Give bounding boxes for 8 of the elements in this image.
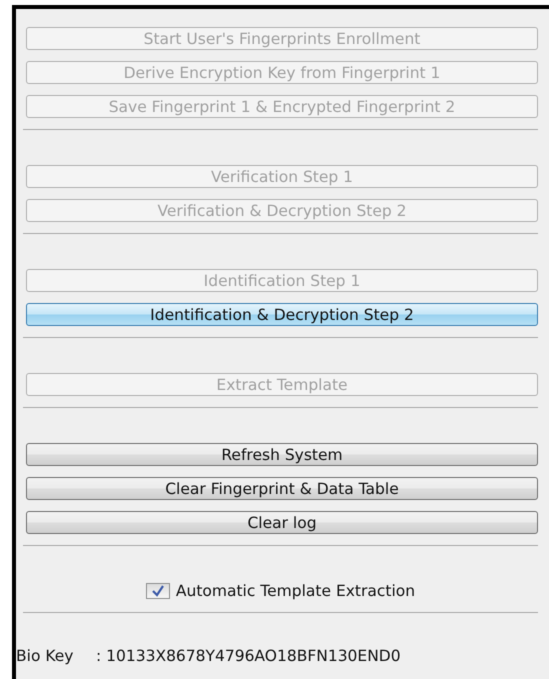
action-button[interactable]: Refresh System <box>26 443 538 466</box>
checkbox[interactable] <box>146 583 170 599</box>
bio-key-value: : 10133X8678Y4796AO18BFN130END0 <box>96 647 401 665</box>
bio-key-label: Bio Key <box>16 647 74 665</box>
action-button[interactable]: Identification & Decryption Step 2 <box>26 303 538 326</box>
action-button[interactable]: Clear Fingerprint & Data Table <box>26 477 538 500</box>
checkbox-label: Automatic Template Extraction <box>176 582 416 600</box>
action-button[interactable]: Clear log <box>26 511 538 534</box>
